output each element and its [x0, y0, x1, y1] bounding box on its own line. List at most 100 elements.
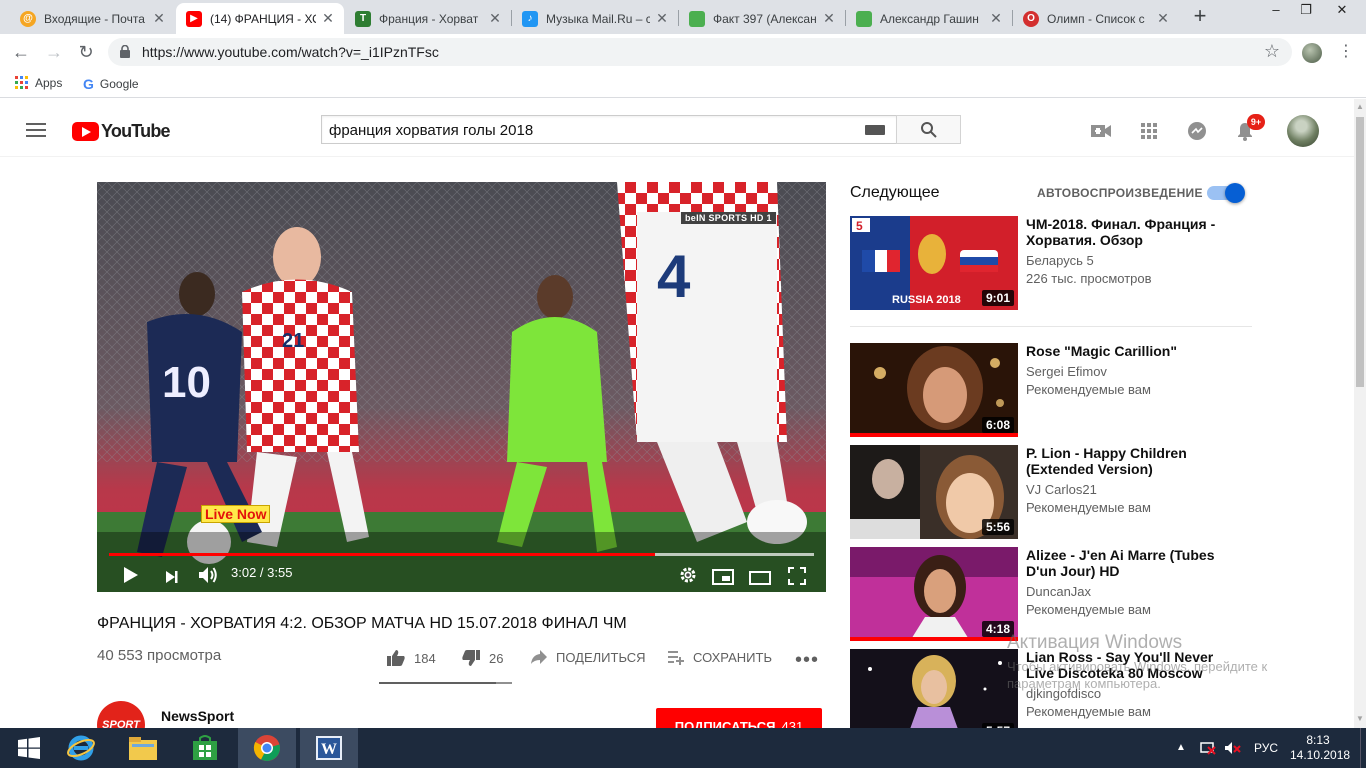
more-actions-icon[interactable]: •••: [795, 649, 819, 672]
hamburger-menu-icon[interactable]: [26, 123, 46, 141]
recommendation-title[interactable]: ЧМ-2018. Финал. Франция - Хорватия. Обзо…: [1026, 216, 1241, 248]
forward-arrow-icon[interactable]: →: [42, 40, 66, 64]
taskbar-store[interactable]: [176, 728, 234, 768]
playlist-add-icon: [668, 651, 684, 665]
close-tab-icon[interactable]: ✕: [151, 10, 167, 27]
share-button[interactable]: ПОДЕЛИТЬСЯ: [530, 649, 645, 665]
scrollbar-thumb[interactable]: [1356, 117, 1364, 387]
taskbar-ie[interactable]: [52, 728, 110, 768]
browser-tab-fact[interactable]: Факт 397 (Алексан ✕: [679, 3, 845, 34]
system-clock[interactable]: 8:13 14.10.2018: [1290, 733, 1350, 763]
keyboard-icon[interactable]: [865, 125, 885, 135]
restore-icon[interactable]: ❐: [1288, 0, 1324, 22]
close-tab-icon[interactable]: ✕: [654, 10, 670, 27]
taskbar-explorer[interactable]: [114, 728, 172, 768]
browser-tab-music[interactable]: ♪ Музыка Mail.Ru – с ✕: [512, 3, 678, 34]
dislike-button[interactable]: 26: [461, 649, 503, 667]
thumbs-down-icon: [462, 650, 480, 666]
time-display: 3:02 / 3:55: [231, 565, 293, 580]
back-arrow-icon[interactable]: ←: [9, 40, 33, 64]
user-avatar[interactable]: [1287, 115, 1319, 147]
theater-mode-icon[interactable]: [749, 568, 771, 588]
like-ratio-fill: [379, 682, 496, 684]
video-duration: 6:08: [981, 417, 1014, 433]
input-language[interactable]: РУС: [1254, 728, 1278, 768]
search-button[interactable]: [896, 115, 961, 144]
video-thumbnail[interactable]: 6:08: [850, 343, 1018, 437]
youtube-logo[interactable]: YouTube: [72, 121, 171, 142]
play-icon[interactable]: [123, 565, 139, 585]
messages-icon[interactable]: [1186, 120, 1208, 142]
sports-icon: T: [355, 10, 371, 27]
windows-taskbar: W ▲ РУС 8:13 14.10.2018: [0, 728, 1366, 768]
browser-tab-mail[interactable]: @ Входящие - Почта ✕: [10, 3, 175, 34]
url-text[interactable]: https://www.youtube.com/watch?v=_i1IPznT…: [142, 44, 439, 60]
recommendation-item[interactable]: 5 RUSSIA 2018 9:01 ЧМ-2018. Финал. Франц…: [850, 216, 1250, 310]
browser-menu-icon[interactable]: ⋮: [1336, 42, 1356, 62]
save-button[interactable]: СОХРАНИТЬ: [667, 649, 772, 665]
taskbar-word[interactable]: W: [300, 728, 358, 768]
browser-tab-olimp[interactable]: O Олимп - Список с ✕: [1013, 3, 1179, 34]
search-input[interactable]: франция хорватия голы 2018: [321, 115, 897, 144]
close-tab-icon[interactable]: ✕: [487, 10, 503, 27]
miniplayer-icon[interactable]: [712, 567, 734, 587]
channel-name[interactable]: NewsSport: [161, 708, 234, 724]
close-tab-icon[interactable]: ✕: [1155, 10, 1171, 27]
close-tab-icon[interactable]: ✕: [320, 10, 336, 27]
watched-progress-bar: [850, 637, 1018, 641]
word-icon: W: [316, 736, 342, 760]
address-bar[interactable]: https://www.youtube.com/watch?v=_i1IPznT…: [108, 38, 1292, 66]
bookmark-google[interactable]: G Google: [83, 76, 139, 92]
view-count: 40 553 просмотра: [97, 647, 222, 664]
bookmark-star-icon[interactable]: ☆: [1264, 41, 1280, 62]
settings-gear-icon[interactable]: [679, 565, 697, 585]
reload-icon[interactable]: ↻: [74, 40, 98, 64]
new-tab-button[interactable]: +: [1188, 5, 1212, 29]
video-thumbnail[interactable]: 5:56: [850, 445, 1018, 539]
like-button[interactable]: 184: [386, 649, 436, 667]
channel-watermark: beIN SPORTS HD 1: [681, 212, 776, 224]
video-player[interactable]: 4 10 21 beIN SPORTS HD 1 Live Now 3:02 /…: [97, 182, 826, 592]
autoplay-toggle[interactable]: [1207, 183, 1245, 203]
bookmark-apps[interactable]: Apps: [15, 76, 62, 90]
fullscreen-icon[interactable]: [788, 566, 806, 586]
share-arrow-icon: [531, 650, 547, 664]
recommendation-title[interactable]: Alizee - J'en Ai Marre (Tubes D'un Jour)…: [1026, 547, 1241, 579]
recommendation-title[interactable]: P. Lion - Happy Children (Extended Versi…: [1026, 445, 1241, 477]
scroll-down-arrow-icon[interactable]: ▼: [1354, 713, 1366, 725]
recommendation-item[interactable]: 4:18 Alizee - J'en Ai Marre (Tubes D'un …: [850, 547, 1250, 641]
close-window-icon[interactable]: ✕: [1324, 0, 1360, 22]
browser-tab-youtube[interactable]: ▶ (14) ФРАНЦИЯ - ХО ✕: [176, 3, 344, 34]
video-thumbnail[interactable]: 5 RUSSIA 2018 9:01: [850, 216, 1018, 310]
recommendation-item[interactable]: 6:08 Rose "Magic Carillion" Sergei Efimo…: [850, 343, 1250, 437]
recommendation-title[interactable]: Rose "Magic Carillion": [1026, 343, 1241, 359]
browser-tab-gashin[interactable]: Александр Гашин ✕: [846, 3, 1012, 34]
show-desktop-button[interactable]: [1360, 728, 1366, 768]
video-thumbnail[interactable]: 4:18: [850, 547, 1018, 641]
scroll-up-arrow-icon[interactable]: ▲: [1354, 101, 1366, 113]
create-video-icon[interactable]: [1090, 120, 1112, 142]
start-button[interactable]: [0, 728, 58, 768]
volume-icon[interactable]: [198, 565, 218, 585]
page-scrollbar[interactable]: ▲ ▼: [1354, 99, 1366, 729]
recommendation-channel[interactable]: DuncanJax: [1026, 584, 1091, 599]
recommendation-item[interactable]: 5:56 P. Lion - Happy Children (Extended …: [850, 445, 1250, 539]
apps-grid-icon[interactable]: [1138, 120, 1160, 142]
recommendation-channel[interactable]: VJ Carlos21: [1026, 482, 1097, 497]
progress-bar[interactable]: [109, 553, 814, 556]
browser-profile-avatar[interactable]: [1302, 43, 1322, 63]
green-square-icon: [689, 10, 705, 27]
recommendation-channel[interactable]: Sergei Efimov: [1026, 364, 1107, 379]
windows-activation-text: Чтобы активировать Windows, перейдите к …: [1007, 659, 1268, 691]
show-hidden-icons-icon[interactable]: ▲: [1176, 728, 1186, 768]
volume-muted-icon[interactable]: [1224, 741, 1242, 755]
close-tab-icon[interactable]: ✕: [988, 10, 1004, 27]
taskbar-chrome[interactable]: [238, 728, 296, 768]
recommendation-channel[interactable]: Беларусь 5: [1026, 253, 1094, 268]
browser-tab-sports[interactable]: T Франция - Хорват ✕: [345, 3, 511, 34]
thumbs-up-icon: [387, 650, 405, 666]
network-icon[interactable]: [1199, 741, 1217, 755]
store-bag-icon: [193, 735, 217, 760]
close-tab-icon[interactable]: ✕: [821, 10, 837, 27]
next-video-icon[interactable]: [165, 567, 179, 587]
